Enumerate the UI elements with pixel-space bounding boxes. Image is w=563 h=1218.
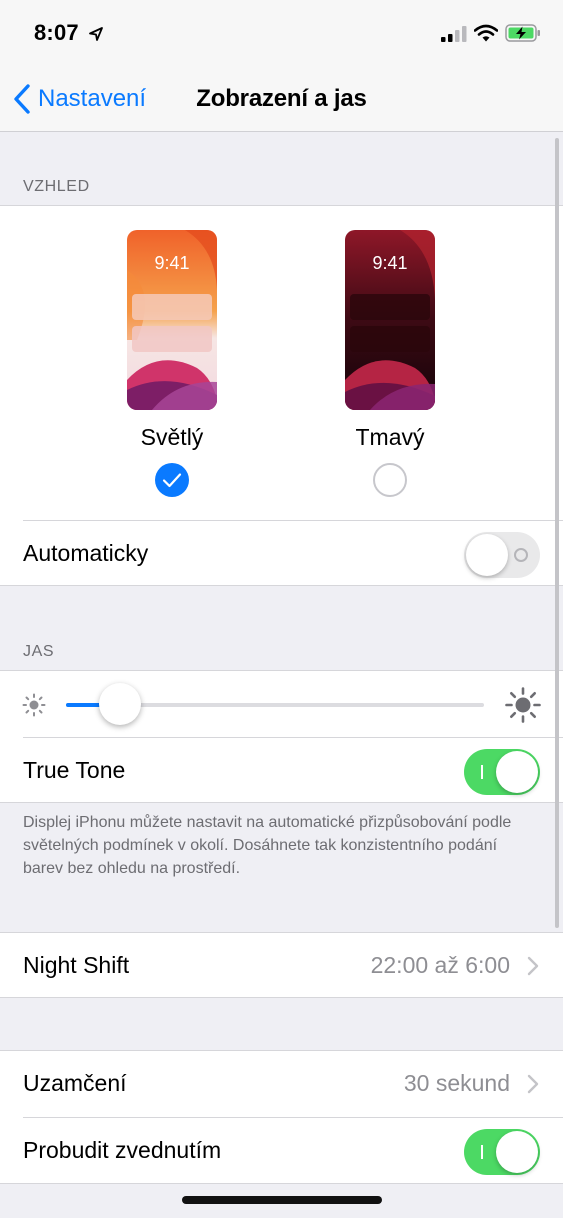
toggle-on-mark	[481, 1145, 483, 1159]
battery-charging-icon	[505, 24, 540, 42]
raise-to-wake-toggle[interactable]	[464, 1129, 540, 1175]
automatic-label: Automaticky	[23, 540, 149, 566]
true-tone-description: Displej iPhonu můžete nastavit na automa…	[23, 814, 512, 877]
brightness-slider-row	[0, 671, 563, 737]
display-settings-screen: 8:07 Nastavení Zobrazení a jas VZHLED 9:…	[0, 0, 563, 1218]
night-shift-row[interactable]: Night Shift 22:00 až 6:00	[0, 933, 563, 999]
toggle-off-mark	[514, 548, 528, 562]
lock-group: Uzamčení 30 sekund Probudit zvednutím	[0, 1050, 563, 1184]
dark-preview-time: 9:41	[372, 253, 408, 273]
page-title: Zobrazení a jas	[196, 85, 367, 112]
status-bar: 8:07	[0, 0, 563, 66]
status-time: 8:07	[34, 20, 79, 45]
dark-option-label: Tmavý	[355, 424, 425, 450]
cellular-signal-icon	[441, 26, 467, 42]
sun-large-icon	[505, 687, 541, 723]
raise-to-wake-row: Probudit zvednutím	[0, 1118, 563, 1184]
brightness-group: True Tone	[0, 670, 563, 803]
light-mode-preview: 9:41	[127, 230, 217, 410]
sun-small-icon	[22, 693, 46, 717]
appearance-option-dark[interactable]: 9:41 Tmavý	[300, 206, 480, 506]
automatic-row: Automaticky	[0, 521, 563, 587]
brightness-section-header: JAS	[23, 643, 55, 660]
night-shift-group: Night Shift 22:00 až 6:00	[0, 932, 563, 998]
auto-lock-value: 30 sekund	[403, 1070, 510, 1096]
chevron-right-icon	[527, 1074, 539, 1094]
toggle-on-mark	[481, 765, 483, 779]
automatic-toggle[interactable]	[464, 532, 540, 578]
checkmark-icon	[162, 473, 182, 488]
chevron-right-icon	[527, 956, 539, 976]
light-option-label: Světlý	[140, 424, 204, 450]
home-indicator[interactable]	[182, 1196, 382, 1204]
light-preview-time: 9:41	[154, 253, 190, 273]
toggle-knob	[496, 1131, 538, 1173]
auto-lock-row[interactable]: Uzamčení 30 sekund	[0, 1051, 563, 1117]
dark-mode-preview: 9:41	[345, 230, 435, 410]
night-shift-label: Night Shift	[23, 952, 130, 978]
toggle-knob	[496, 751, 538, 793]
appearance-section-header: VZHLED	[23, 178, 90, 195]
wifi-icon	[474, 24, 498, 42]
night-shift-value: 22:00 až 6:00	[370, 952, 510, 978]
brightness-slider[interactable]	[66, 683, 484, 725]
navigation-bar: Nastavení Zobrazení a jas	[0, 66, 563, 132]
appearance-group: 9:41 Světlý 9:41 Tmavý Automaticky	[0, 205, 563, 586]
location-arrow-icon	[89, 27, 103, 41]
true-tone-label: True Tone	[23, 757, 126, 783]
true-tone-toggle[interactable]	[464, 749, 540, 795]
toggle-knob	[466, 534, 508, 576]
light-radio-checked[interactable]	[155, 463, 189, 497]
dark-radio-unchecked[interactable]	[373, 463, 407, 497]
auto-lock-label: Uzamčení	[23, 1070, 127, 1096]
appearance-option-light[interactable]: 9:41 Světlý	[82, 206, 262, 506]
raise-to-wake-label: Probudit zvednutím	[23, 1137, 222, 1163]
brightness-slider-thumb[interactable]	[99, 683, 142, 725]
scroll-indicator[interactable]	[555, 138, 559, 928]
true-tone-row: True Tone	[0, 738, 563, 804]
